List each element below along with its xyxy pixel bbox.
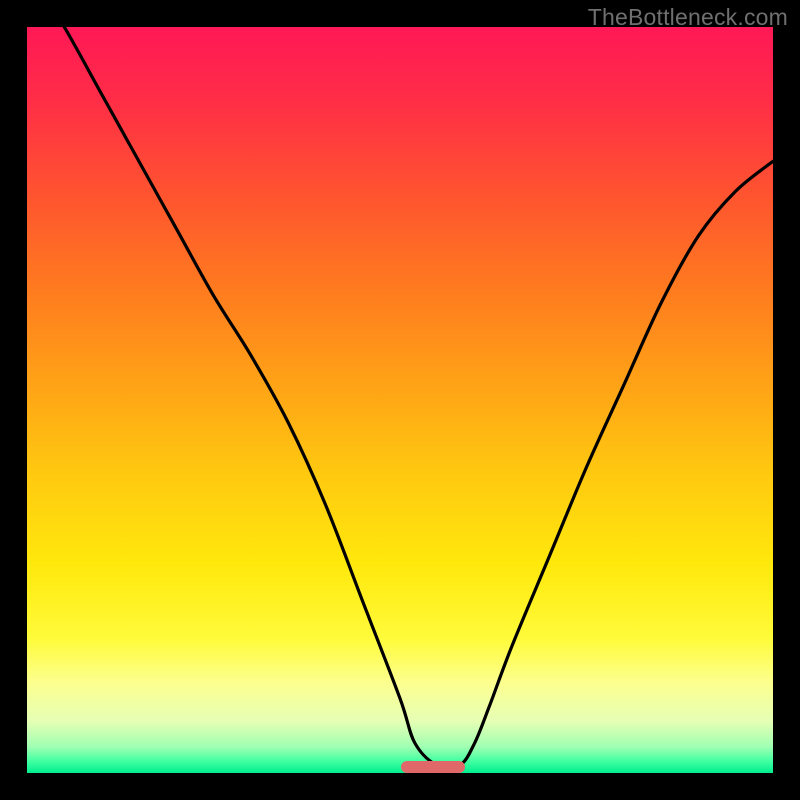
plot-area	[27, 27, 773, 773]
watermark-text: TheBottleneck.com	[588, 4, 788, 31]
curve-layer	[27, 27, 773, 773]
chart-canvas: TheBottleneck.com	[0, 0, 800, 800]
optimal-range-marker	[401, 761, 465, 773]
bottleneck-curve-line	[27, 27, 773, 768]
